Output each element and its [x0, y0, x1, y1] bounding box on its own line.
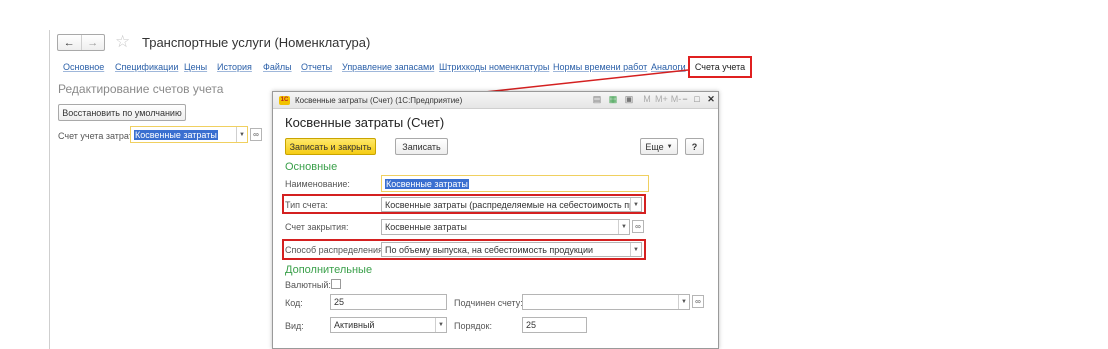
logo-1c-icon: 1С	[279, 96, 290, 105]
order-field[interactable]: 25	[522, 317, 587, 333]
chevron-down-icon: ▼	[666, 143, 673, 150]
closing-account-value: Косвенные затраты	[385, 222, 467, 232]
chevron-down-icon[interactable]: ▼	[630, 243, 641, 256]
distribution-label: Способ распределения:	[285, 245, 386, 255]
closing-account-label: Счет закрытия:	[285, 222, 349, 232]
section-extra-title: Дополнительные	[285, 264, 373, 276]
dialog-heading: Косвенные затраты (Счет)	[285, 115, 445, 130]
more-button-label: Еще	[645, 141, 664, 152]
open-link-icon[interactable]: ∞	[632, 220, 644, 233]
order-value: 25	[526, 320, 537, 330]
order-label: Порядок:	[454, 321, 492, 331]
memory-icon[interactable]: M	[641, 94, 653, 104]
closing-account-field[interactable]: Косвенные затраты ▼	[381, 219, 630, 235]
kind-value: Активный	[334, 320, 375, 330]
parent-account-label: Подчинен счету:	[454, 298, 523, 308]
calculator-icon[interactable]: ▦	[607, 94, 619, 105]
maximize-icon[interactable]: □	[691, 94, 703, 104]
kind-field[interactable]: Активный ▼	[330, 317, 447, 333]
minimize-icon[interactable]: −	[679, 94, 691, 104]
account-type-label: Тип счета:	[285, 200, 328, 210]
help-button[interactable]: ?	[685, 138, 704, 155]
dialog-window-title: Косвенные затраты (Счет) (1С:Предприятие…	[295, 96, 463, 105]
chevron-down-icon[interactable]: ▼	[678, 295, 689, 309]
dialog-titlebar: 1С Косвенные затраты (Счет) (1С:Предприя…	[273, 92, 718, 109]
code-label: Код:	[285, 298, 303, 308]
more-button[interactable]: Еще ▼	[640, 138, 678, 155]
chevron-down-icon[interactable]: ▼	[618, 220, 629, 234]
account-type-value: Косвенные затраты (распределяемые на себ…	[385, 199, 641, 210]
save-and-close-button[interactable]: Записать и закрыть	[285, 138, 376, 155]
close-icon[interactable]: ✕	[705, 94, 717, 105]
account-type-field[interactable]: Косвенные затраты (распределяемые на себ…	[381, 197, 642, 212]
memory-plus-icon[interactable]: M+	[655, 94, 668, 104]
calendar-icon[interactable]: ▣	[623, 94, 635, 105]
account-dialog: 1С Косвенные затраты (Счет) (1С:Предприя…	[272, 91, 719, 349]
code-value: 25	[334, 297, 345, 307]
save-button[interactable]: Записать	[395, 138, 448, 155]
name-field[interactable]: Косвенные затраты	[381, 175, 649, 192]
currency-checkbox[interactable]	[331, 279, 341, 289]
chevron-down-icon[interactable]: ▼	[435, 318, 446, 332]
distribution-value: По объему выпуска, на себестоимость прод…	[385, 244, 594, 255]
kind-label: Вид:	[285, 321, 304, 331]
currency-label: Валютный:	[285, 280, 331, 290]
name-value: Косвенные затраты	[385, 178, 469, 189]
name-label: Наименование:	[285, 179, 350, 189]
code-field[interactable]: 25	[330, 294, 447, 310]
distribution-field[interactable]: По объему выпуска, на себестоимость прод…	[381, 242, 642, 257]
parent-account-field[interactable]: ▼	[522, 294, 690, 310]
open-link-icon[interactable]: ∞	[692, 295, 704, 308]
document-icon[interactable]: ▤	[591, 94, 603, 105]
chevron-down-icon[interactable]: ▼	[630, 198, 641, 211]
section-main-title: Основные	[285, 161, 338, 173]
